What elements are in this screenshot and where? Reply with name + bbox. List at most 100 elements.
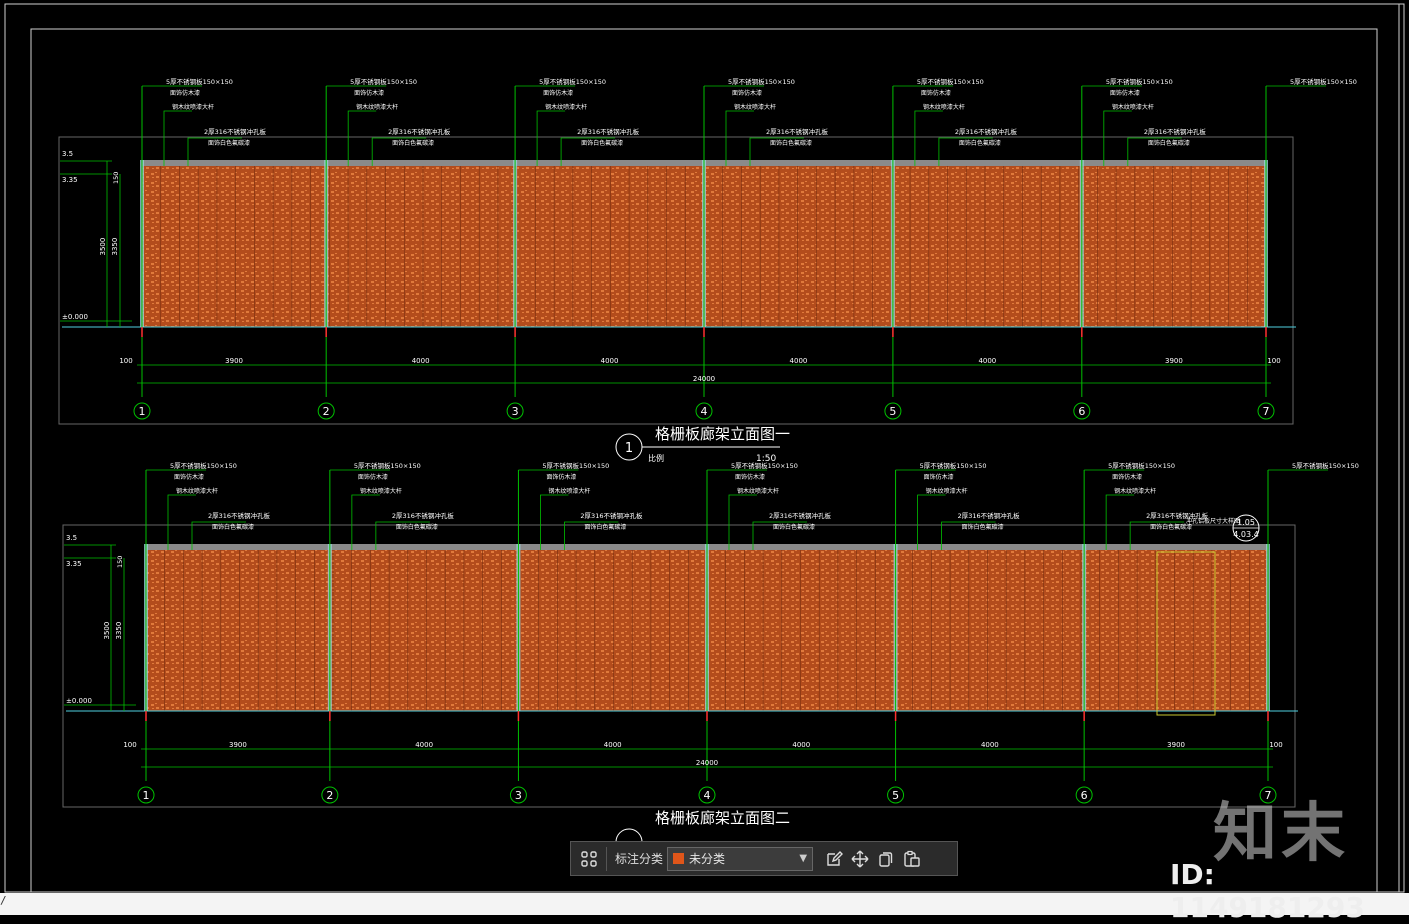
- note-text: 面饰白色氟碳漆: [212, 523, 254, 531]
- category-dropdown[interactable]: 未分类 ▼: [667, 846, 814, 871]
- note-text: 5厚不锈钢板150×150: [731, 461, 798, 470]
- dim-edge: 100: [1269, 741, 1282, 749]
- level-mark: 3.35: [62, 176, 78, 184]
- note-text: 面饰仿木漆: [358, 473, 388, 481]
- note-text: 面饰白色氟碳漆: [770, 139, 812, 147]
- note-text: 5厚不锈钢板150×150: [1106, 77, 1173, 86]
- grid-number: 5: [892, 789, 899, 802]
- note-text: 2厚316不锈钢冲孔板: [388, 127, 451, 136]
- height-value: 150: [112, 172, 120, 184]
- note-text: 钢木纹喷漆大杆: [548, 487, 590, 495]
- grid-number: 1: [143, 789, 150, 802]
- note-text: 2厚316不锈钢冲孔板: [955, 127, 1018, 136]
- note-text: 5厚不锈钢板150×150: [170, 461, 237, 470]
- dim-value: 3900: [225, 357, 243, 365]
- dim-edge: 100: [1267, 357, 1280, 365]
- note-text: 面饰白色氟碳漆: [959, 139, 1001, 147]
- grid-number: 4: [701, 405, 708, 418]
- note-text: 面饰白色氟碳漆: [773, 523, 815, 531]
- grid-number: 6: [1081, 789, 1088, 802]
- note-text: 2厚316不锈钢冲孔板: [208, 511, 271, 520]
- grid-icon[interactable]: [576, 846, 602, 872]
- note-text: 面饰仿木漆: [543, 89, 573, 97]
- dim-value: 4000: [790, 357, 808, 365]
- dim-value: 4000: [604, 741, 622, 749]
- note-text: 面饰仿木漆: [924, 473, 954, 481]
- note-text: 钢木纹喷漆大杆: [356, 103, 398, 111]
- paste-icon[interactable]: [899, 846, 925, 872]
- note-text: 钢木纹喷漆大杆: [172, 103, 214, 111]
- note-text: 面饰仿木漆: [1110, 89, 1140, 97]
- level-mark: ±0.000: [62, 313, 88, 321]
- note-text: 5厚不锈钢板150×150: [542, 461, 609, 470]
- category-value: 未分类: [689, 852, 726, 866]
- dim-value: 4000: [978, 357, 996, 365]
- copy-icon[interactable]: [873, 846, 899, 872]
- grid-number: 2: [326, 789, 333, 802]
- note-text: 5厚不锈钢板150×150: [539, 77, 606, 86]
- note-text: 钢木纹喷漆大杆: [176, 487, 218, 495]
- cad-canvas[interactable]: 15厚不锈钢板150×150面饰仿木漆钢木纹喷漆大杆2厚316不锈钢冲孔板面饰白…: [0, 0, 1409, 915]
- elevation-title: 格栅板廊架立面图二: [655, 809, 790, 827]
- edit-icon[interactable]: [821, 846, 847, 872]
- note-text: 5厚不锈钢板150×150: [350, 77, 417, 86]
- note-text: 面饰仿木漆: [732, 89, 762, 97]
- grid-number: 3: [512, 405, 519, 418]
- move-icon[interactable]: [847, 846, 873, 872]
- note-text: 面饰仿木漆: [354, 89, 384, 97]
- height-value: 3500: [103, 622, 111, 640]
- grid-number: 7: [1263, 405, 1270, 418]
- note-text: 面饰仿木漆: [170, 89, 200, 97]
- note-text: 钢木纹喷漆大杆: [360, 487, 402, 495]
- note-text: 5厚不锈钢板150×150: [354, 461, 421, 470]
- elevation-title: 格栅板廊架立面图一: [655, 425, 790, 443]
- note-text: 面饰白色氟碳漆: [396, 523, 438, 531]
- grid-number: 6: [1078, 405, 1085, 418]
- note-text: 钢木纹喷漆大杆: [1114, 487, 1156, 495]
- note-text: 2厚316不锈钢冲孔板: [766, 127, 829, 136]
- note-text: 面饰仿木漆: [174, 473, 204, 481]
- dim-total: 24000: [696, 759, 718, 767]
- dim-value: 3900: [229, 741, 247, 749]
- note-text: 钢木纹喷漆大杆: [1112, 103, 1154, 111]
- dim-value: 4000: [792, 741, 810, 749]
- note-text: 面饰仿木漆: [1112, 473, 1142, 481]
- grid-number: 3: [515, 789, 522, 802]
- dim-value: 3900: [1167, 741, 1185, 749]
- height-value: 3500: [99, 238, 107, 256]
- note-text: 5厚不锈钢板150×150: [1290, 77, 1357, 86]
- note-text: 面饰白色氟碳漆: [392, 139, 434, 147]
- grid-number: 1: [139, 405, 146, 418]
- note-text: 面饰白色氟碳漆: [1148, 139, 1190, 147]
- note-text: 2厚316不锈钢冲孔板: [580, 511, 643, 520]
- note-text: 5厚不锈钢板150×150: [920, 461, 987, 470]
- note-text: 2厚316不锈钢冲孔板: [204, 127, 267, 136]
- note-text: 2厚316不锈钢冲孔板: [769, 511, 832, 520]
- dim-value: 4000: [601, 357, 619, 365]
- toolbar-divider: [606, 846, 607, 871]
- note-text: 5厚不锈钢板150×150: [1108, 461, 1175, 470]
- callout-note: 冲孔铝板尺寸大样图: [1186, 517, 1240, 525]
- title-number: 1: [625, 441, 633, 456]
- note-text: 面饰白色氟碳漆: [208, 139, 250, 147]
- note-text: 钢木纹喷漆大杆: [926, 487, 968, 495]
- height-value: 150: [116, 556, 124, 568]
- note-text: 2厚316不锈钢冲孔板: [958, 511, 1021, 520]
- note-text: 面饰仿木漆: [546, 473, 576, 481]
- dim-value: 4000: [412, 357, 430, 365]
- dim-total: 24000: [693, 375, 715, 383]
- level-mark: ±0.000: [66, 697, 92, 705]
- watermark-id: ID: 1149181293: [1170, 858, 1365, 924]
- note-text: 5厚不锈钢板150×150: [917, 77, 984, 86]
- note-text: 2厚316不锈钢冲孔板: [577, 127, 640, 136]
- note-text: 钢木纹喷漆大杆: [737, 487, 779, 495]
- note-text: 钢木纹喷漆大杆: [734, 103, 776, 111]
- grid-number: 5: [889, 405, 896, 418]
- annotation-toolbar: 标注分类 未分类 ▼: [570, 841, 958, 876]
- note-text: 面饰仿木漆: [921, 89, 951, 97]
- callout-bottom: 4.03.4: [1233, 530, 1258, 539]
- note-text: 面饰白色氟碳漆: [581, 139, 623, 147]
- note-text: 2厚316不锈钢冲孔板: [1144, 127, 1207, 136]
- level-mark: 3.35: [66, 560, 82, 568]
- category-swatch: [673, 853, 685, 864]
